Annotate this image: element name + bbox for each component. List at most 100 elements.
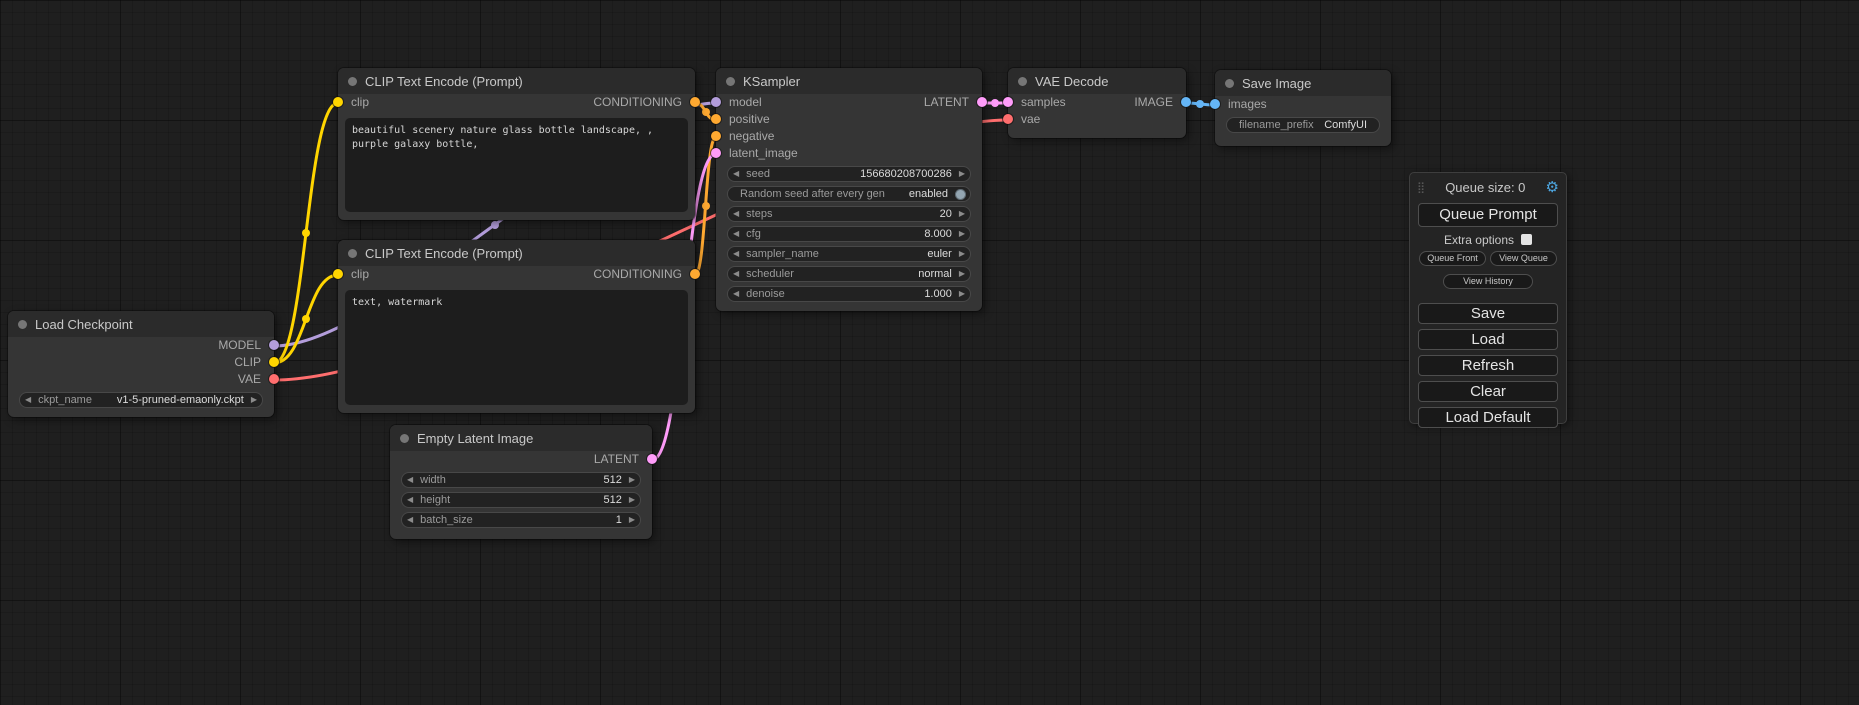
increment-arrow-icon[interactable]: ▶ — [251, 392, 257, 408]
increment-arrow-icon[interactable]: ▶ — [959, 266, 965, 282]
seed-widget[interactable]: ◀ seed 156680208700286 ▶ — [727, 166, 971, 182]
decrement-arrow-icon[interactable]: ◀ — [733, 246, 739, 262]
node-save-image[interactable]: Save Image images filename_prefix ComfyU… — [1215, 70, 1391, 146]
input-slot-positive[interactable] — [711, 114, 721, 124]
load-default-button[interactable]: Load Default — [1418, 407, 1558, 428]
output-slot-vae[interactable] — [269, 374, 279, 384]
output-slot-conditioning[interactable] — [690, 97, 700, 107]
extra-options-label: Extra options — [1444, 233, 1514, 247]
node-title: VAE Decode — [1035, 74, 1108, 89]
ckpt-name-widget[interactable]: ◀ ckpt_name v1-5-pruned-emaonly.ckpt ▶ — [19, 392, 263, 408]
input-slot-vae[interactable] — [1003, 114, 1013, 124]
widget-label: ckpt_name — [38, 394, 92, 406]
cfg-widget[interactable]: ◀ cfg 8.000 ▶ — [727, 226, 971, 242]
node-title-bar[interactable]: CLIP Text Encode (Prompt) — [338, 240, 695, 266]
output-slot-model[interactable] — [269, 340, 279, 350]
output-slot-conditioning[interactable] — [690, 269, 700, 279]
link-clip-positive-midpoint-icon — [302, 229, 310, 237]
filename-prefix-widget[interactable]: filename_prefix ComfyUI — [1226, 117, 1380, 133]
steps-widget[interactable]: ◀ steps 20 ▶ — [727, 206, 971, 222]
node-title-bar[interactable]: VAE Decode — [1008, 68, 1186, 94]
output-slot-latent[interactable] — [647, 454, 657, 464]
decrement-arrow-icon[interactable]: ◀ — [25, 392, 31, 408]
node-title: KSampler — [743, 74, 800, 89]
random-seed-toggle-widget[interactable]: Random seed after every gen enabled — [727, 186, 971, 202]
output-label-latent: LATENT — [594, 451, 639, 468]
collapse-dot-icon[interactable] — [348, 249, 357, 258]
link-conditioning-negative-midpoint-icon — [702, 202, 710, 210]
collapse-dot-icon[interactable] — [1018, 77, 1027, 86]
output-label-model: MODEL — [218, 337, 261, 354]
increment-arrow-icon[interactable]: ▶ — [629, 512, 635, 528]
node-title-bar[interactable]: Save Image — [1215, 70, 1391, 96]
decrement-arrow-icon[interactable]: ◀ — [733, 226, 739, 242]
node-empty-latent-image[interactable]: Empty Latent Image LATENT ◀ width 512 ▶ … — [390, 425, 652, 539]
link-image-midpoint-icon — [1196, 100, 1204, 108]
decrement-arrow-icon[interactable]: ◀ — [733, 266, 739, 282]
scheduler-widget[interactable]: ◀ scheduler normal ▶ — [727, 266, 971, 282]
collapse-dot-icon[interactable] — [400, 434, 409, 443]
increment-arrow-icon[interactable]: ▶ — [959, 226, 965, 242]
batch-size-widget[interactable]: ◀ batch_size 1 ▶ — [401, 512, 641, 528]
queue-front-button[interactable]: Queue Front — [1419, 251, 1486, 266]
input-slot-negative[interactable] — [711, 131, 721, 141]
sampler-name-widget[interactable]: ◀ sampler_name euler ▶ — [727, 246, 971, 262]
increment-arrow-icon[interactable]: ▶ — [629, 472, 635, 488]
collapse-dot-icon[interactable] — [348, 77, 357, 86]
drag-handle-icon[interactable]: ⣿ — [1417, 181, 1425, 194]
input-slot-clip[interactable] — [333, 97, 343, 107]
denoise-widget[interactable]: ◀ denoise 1.000 ▶ — [727, 286, 971, 302]
decrement-arrow-icon[interactable]: ◀ — [407, 472, 413, 488]
increment-arrow-icon[interactable]: ▶ — [629, 492, 635, 508]
node-title-bar[interactable]: KSampler — [716, 68, 982, 94]
increment-arrow-icon[interactable]: ▶ — [959, 166, 965, 182]
input-slot-model[interactable] — [711, 97, 721, 107]
output-label-conditioning: CONDITIONING — [593, 94, 682, 111]
prompt-textarea[interactable]: beautiful scenery nature glass bottle la… — [345, 118, 688, 212]
view-queue-button[interactable]: View Queue — [1490, 251, 1557, 266]
prompt-textarea[interactable]: text, watermark — [345, 290, 688, 405]
load-button[interactable]: Load — [1418, 329, 1558, 350]
toggle-knob-icon[interactable] — [955, 189, 966, 200]
increment-arrow-icon[interactable]: ▶ — [959, 206, 965, 222]
refresh-button[interactable]: Refresh — [1418, 355, 1558, 376]
input-slot-latent-image[interactable] — [711, 148, 721, 158]
increment-arrow-icon[interactable]: ▶ — [959, 246, 965, 262]
input-slot-samples[interactable] — [1003, 97, 1013, 107]
increment-arrow-icon[interactable]: ▶ — [959, 286, 965, 302]
node-title-bar[interactable]: Empty Latent Image — [390, 425, 652, 451]
decrement-arrow-icon[interactable]: ◀ — [733, 206, 739, 222]
extra-options-checkbox[interactable] — [1521, 234, 1532, 245]
node-vae-decode[interactable]: VAE Decode samples IMAGE vae — [1008, 68, 1186, 138]
node-title-bar[interactable]: Load Checkpoint — [8, 311, 274, 337]
collapse-dot-icon[interactable] — [18, 320, 27, 329]
collapse-dot-icon[interactable] — [1225, 79, 1234, 88]
queue-prompt-button[interactable]: Queue Prompt — [1418, 203, 1558, 227]
node-clip-text-encode-negative[interactable]: CLIP Text Encode (Prompt) clip CONDITION… — [338, 240, 695, 413]
collapse-dot-icon[interactable] — [726, 77, 735, 86]
view-history-button[interactable]: View History — [1443, 274, 1533, 289]
output-slot-latent[interactable] — [977, 97, 987, 107]
save-button[interactable]: Save — [1418, 303, 1558, 324]
clear-button[interactable]: Clear — [1418, 381, 1558, 402]
graph-canvas[interactable]: Load Checkpoint MODEL CLIP VAE ◀ ckpt_na… — [0, 0, 1859, 705]
input-slot-clip[interactable] — [333, 269, 343, 279]
node-clip-text-encode-positive[interactable]: CLIP Text Encode (Prompt) clip CONDITION… — [338, 68, 695, 220]
input-slot-images[interactable] — [1210, 99, 1220, 109]
output-slot-image[interactable] — [1181, 97, 1191, 107]
decrement-arrow-icon[interactable]: ◀ — [407, 512, 413, 528]
height-widget[interactable]: ◀ height 512 ▶ — [401, 492, 641, 508]
output-slot-clip[interactable] — [269, 357, 279, 367]
decrement-arrow-icon[interactable]: ◀ — [733, 166, 739, 182]
node-ksampler[interactable]: KSampler model LATENT positive negative … — [716, 68, 982, 311]
node-title-bar[interactable]: CLIP Text Encode (Prompt) — [338, 68, 695, 94]
widget-label: steps — [746, 208, 772, 220]
settings-gear-icon[interactable]: ⚙ — [1546, 178, 1559, 196]
output-label-vae: VAE — [238, 371, 261, 388]
decrement-arrow-icon[interactable]: ◀ — [407, 492, 413, 508]
width-widget[interactable]: ◀ width 512 ▶ — [401, 472, 641, 488]
node-title: CLIP Text Encode (Prompt) — [365, 74, 523, 89]
node-load-checkpoint[interactable]: Load Checkpoint MODEL CLIP VAE ◀ ckpt_na… — [8, 311, 274, 417]
decrement-arrow-icon[interactable]: ◀ — [733, 286, 739, 302]
input-label-positive: positive — [729, 111, 770, 128]
